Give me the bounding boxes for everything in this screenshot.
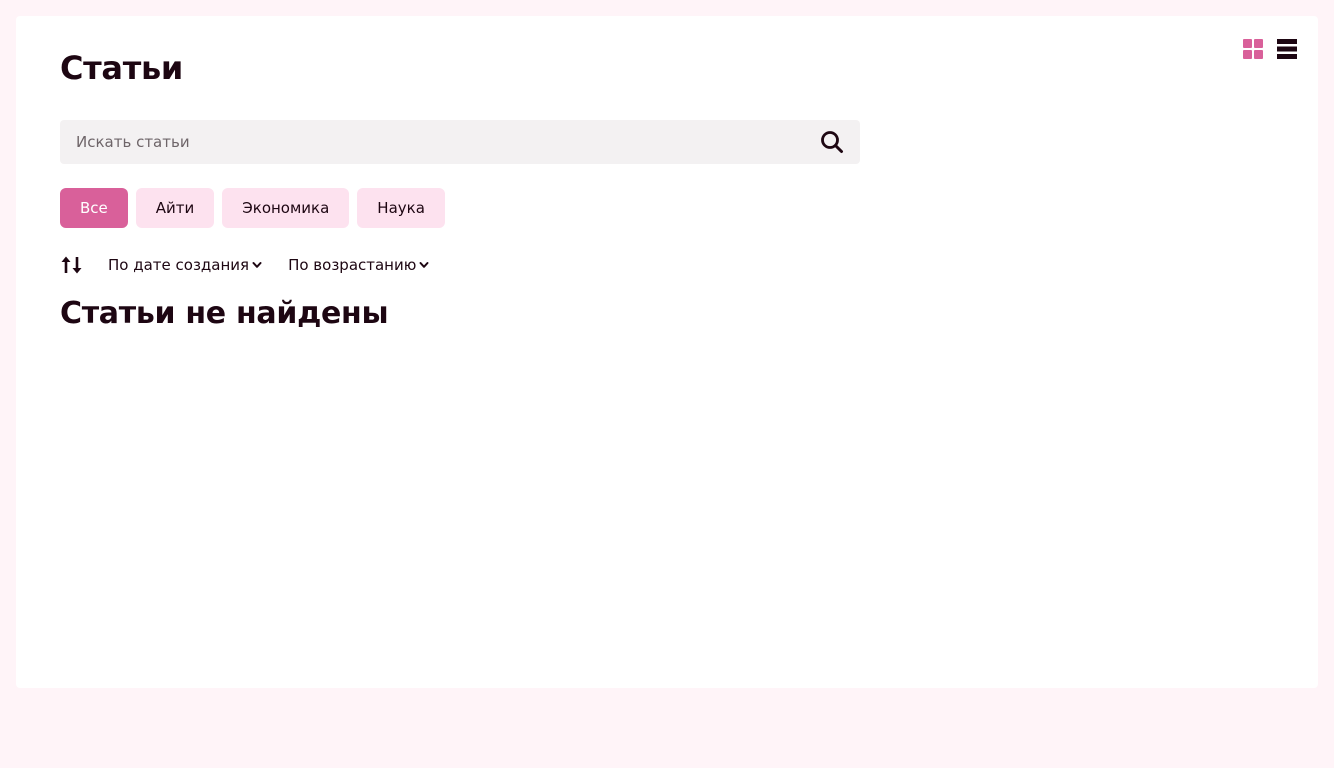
search-input[interactable] [60, 120, 800, 164]
sort-order-label: По возрастанию [288, 256, 417, 274]
tag-it[interactable]: Айти [135, 188, 215, 228]
list-icon [1277, 39, 1297, 59]
articles-panel: Статьи Все Айти Экономика Наука По дате … [16, 16, 1318, 688]
sort-field-select[interactable]: По дате создания [108, 256, 262, 274]
grid-view-button[interactable] [1242, 38, 1264, 60]
tag-all[interactable]: Все [60, 188, 128, 228]
page-title: Статьи [60, 49, 184, 87]
search-icon[interactable] [820, 130, 844, 154]
tag-economics[interactable]: Экономика [222, 188, 350, 228]
sort-field-label: По дате создания [108, 256, 250, 274]
search-bar [60, 120, 860, 164]
view-toggle [1242, 38, 1298, 60]
sort-controls: По дате создания По возрастанию [60, 252, 455, 278]
grid-icon [1243, 39, 1263, 59]
chevron-down-icon [252, 262, 262, 268]
sort-order-select[interactable]: По возрастанию [288, 256, 429, 274]
empty-state-message: Статьи не найдены [60, 296, 389, 331]
tag-science[interactable]: Наука [357, 188, 445, 228]
sort-icon[interactable] [60, 253, 84, 277]
list-view-button[interactable] [1276, 38, 1298, 60]
chevron-down-icon [419, 262, 429, 268]
tag-filter: Все Айти Экономика Наука [60, 188, 445, 228]
